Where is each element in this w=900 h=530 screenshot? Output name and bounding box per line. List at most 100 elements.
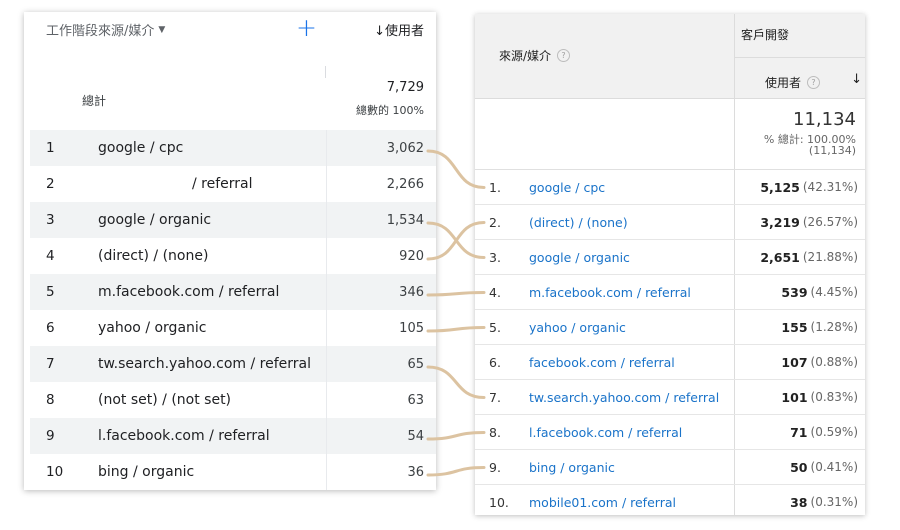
table-row[interactable]: 5. yahoo / organic 155 (1.28%) xyxy=(475,310,865,345)
ga4-table-body: 1 google / cpc 3,062 2 / referral 2,266 3 googl… xyxy=(30,130,436,490)
row-users-value: 54 xyxy=(407,428,424,444)
users-metric-header[interactable]: 使用者 ? xyxy=(765,74,821,91)
table-row[interactable]: 10 bing / organic 36 xyxy=(30,454,436,490)
row-users-percent: (1.28%) xyxy=(810,320,858,334)
acquisition-group-title: 客戶開發 xyxy=(741,28,790,42)
ua-total-absolute: (11,134) xyxy=(808,144,856,157)
table-row[interactable]: 6 yahoo / organic 105 xyxy=(30,310,436,346)
row-users-value: 105 xyxy=(399,320,424,336)
row-users-value: 920 xyxy=(399,248,424,264)
row-source-medium: (direct) / (none) xyxy=(98,248,209,264)
total-label: 總計 xyxy=(82,94,107,108)
row-users-cell: 38 (0.31%) xyxy=(734,485,865,515)
row-users-percent: (0.31%) xyxy=(810,495,858,509)
table-row[interactable]: 2. (direct) / (none) 3,219 (26.57%) xyxy=(475,205,865,240)
table-row[interactable]: 8. l.facebook.com / referral 71 (0.59%) xyxy=(475,415,865,450)
row-users-value: 63 xyxy=(407,392,424,408)
ua-total-value: 11,134 xyxy=(793,109,856,130)
row-users-value: 346 xyxy=(399,284,424,300)
row-users-value: 1,534 xyxy=(386,212,424,228)
row-index: 9. xyxy=(489,459,501,475)
row-index: 4. xyxy=(489,284,501,300)
table-row[interactable]: 3 google / organic 1,534 xyxy=(30,202,436,238)
table-row[interactable]: 6. facebook.com / referral 107 (0.88%) xyxy=(475,345,865,380)
ua-table-body: 1. google / cpc 5,125 (42.31%) 2. (direct) / … xyxy=(475,170,865,515)
source-medium-header[interactable]: 來源/媒介 ? xyxy=(499,47,571,64)
row-users-value: 38 xyxy=(790,494,808,510)
table-row[interactable]: 4. m.facebook.com / referral 539 (4.45%) xyxy=(475,275,865,310)
total-value: 7,729 xyxy=(386,80,424,95)
row-users-cell: 2,651 (21.88%) xyxy=(734,240,865,274)
help-icon[interactable]: ? xyxy=(557,49,571,62)
row-users-percent: (0.41%) xyxy=(810,460,858,474)
row-users-cell: 5,125 (42.31%) xyxy=(734,170,865,204)
row-users-cell: 71 (0.59%) xyxy=(734,415,865,449)
row-users-value: 50 xyxy=(790,459,808,475)
ua-table-card: 來源/媒介 ? 客戶開發 使用者 ? ↓ 11,134 % 總計: 100.00… xyxy=(475,14,865,515)
row-source-medium: l.facebook.com / referral xyxy=(98,428,270,444)
row-index: 5. xyxy=(489,319,501,335)
acquisition-group: 客戶開發 使用者 ? ↓ xyxy=(734,14,865,98)
row-source-medium: (not set) / (not set) xyxy=(98,392,232,408)
sort-down-icon[interactable]: ↓ xyxy=(851,72,862,87)
table-row[interactable]: 2 / referral 2,266 xyxy=(30,166,436,202)
users-metric-label: 使用者 xyxy=(765,76,802,90)
row-source-medium: google / organic xyxy=(98,212,212,228)
row-users-value: 101 xyxy=(781,389,808,405)
table-row[interactable]: 5 m.facebook.com / referral 346 xyxy=(30,274,436,310)
column-divider xyxy=(325,66,326,78)
table-row[interactable]: 7 tw.search.yahoo.com / referral 65 xyxy=(30,346,436,382)
row-source-medium: yahoo / organic xyxy=(98,320,207,336)
table-row[interactable]: 7. tw.search.yahoo.com / referral 101 (0.83… xyxy=(475,380,865,415)
row-users-percent: (26.57%) xyxy=(802,215,858,229)
row-users-cell: 101 (0.83%) xyxy=(734,380,865,414)
row-users-value: 155 xyxy=(781,319,808,335)
column-divider xyxy=(326,202,327,238)
add-dimension-button[interactable]: + xyxy=(296,14,317,42)
row-users-value: 107 xyxy=(781,354,808,370)
ga4-table-header: 工作階段來源/媒介 ▼ + ↓使用者 總計 7,729 總數的 100% xyxy=(24,12,436,130)
row-source-medium: tw.search.yahoo.com / referral xyxy=(98,356,311,372)
column-divider xyxy=(326,166,327,202)
row-index: 1. xyxy=(489,179,501,195)
row-index: 8. xyxy=(489,424,501,440)
table-row[interactable]: 9 l.facebook.com / referral 54 xyxy=(30,418,436,454)
column-divider xyxy=(326,310,327,346)
table-row[interactable]: 10. mobile01.com / referral 38 (0.31%) xyxy=(475,485,865,515)
row-source-medium: bing / organic xyxy=(98,464,195,480)
row-index: 1 xyxy=(46,140,55,156)
dimension-selector[interactable]: 工作階段來源/媒介 ▼ xyxy=(46,20,165,39)
column-divider xyxy=(326,346,327,382)
row-index: 5 xyxy=(46,284,55,300)
column-divider xyxy=(326,238,327,274)
row-users-value: 2,651 xyxy=(760,249,800,265)
table-row[interactable]: 4 (direct) / (none) 920 xyxy=(30,238,436,274)
caret-down-icon: ▼ xyxy=(158,24,166,35)
table-row[interactable]: 1. google / cpc 5,125 (42.31%) xyxy=(475,170,865,205)
ua-total-cell: 11,134 % 總計: 100.00% (11,134) xyxy=(734,99,865,169)
table-row[interactable]: 8 (not set) / (not set) 63 xyxy=(30,382,436,418)
row-users-percent: (4.45%) xyxy=(810,285,858,299)
row-users-value: 36 xyxy=(407,464,424,480)
column-divider xyxy=(326,382,327,418)
help-icon[interactable]: ? xyxy=(807,76,821,89)
row-source-medium: m.facebook.com / referral xyxy=(98,284,280,300)
row-index: 2 xyxy=(46,176,55,192)
row-index: 9 xyxy=(46,428,55,444)
table-row[interactable]: 9. bing / organic 50 (0.41%) xyxy=(475,450,865,485)
column-divider xyxy=(326,130,327,166)
row-users-value: 539 xyxy=(781,284,808,300)
row-index: 10 xyxy=(46,464,64,480)
source-medium-label: 來源/媒介 xyxy=(499,49,552,63)
metric-users-header[interactable]: ↓使用者 xyxy=(374,20,424,39)
row-index: 8 xyxy=(46,392,55,408)
row-users-cell: 155 (1.28%) xyxy=(734,310,865,344)
table-row[interactable]: 1 google / cpc 3,062 xyxy=(30,130,436,166)
table-row[interactable]: 3. google / organic 2,651 (21.88%) xyxy=(475,240,865,275)
row-index: 6. xyxy=(489,354,501,370)
ua-total-row: 11,134 % 總計: 100.00% (11,134) xyxy=(475,99,865,170)
row-users-percent: (0.83%) xyxy=(810,390,858,404)
row-users-percent: (0.59%) xyxy=(810,425,858,439)
row-index: 2. xyxy=(489,214,501,230)
group-divider xyxy=(735,57,865,58)
